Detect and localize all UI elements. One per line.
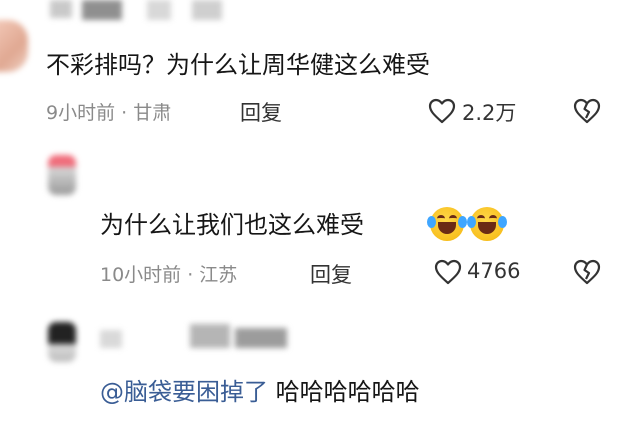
heart-outline-icon bbox=[434, 259, 462, 285]
dislike-button[interactable] bbox=[573, 258, 601, 290]
comment-author-blurred bbox=[42, 0, 232, 22]
comment-meta: 10小时前 · 江苏 bbox=[100, 264, 238, 286]
like-button[interactable] bbox=[428, 98, 456, 128]
broken-heart-icon bbox=[573, 98, 601, 124]
like-count: 2.2万 bbox=[462, 101, 517, 125]
comment-text: 为什么让我们也这么难受 bbox=[100, 211, 364, 239]
like-button[interactable] bbox=[434, 259, 462, 289]
avatar[interactable] bbox=[0, 20, 28, 72]
avatar[interactable] bbox=[48, 322, 76, 362]
broken-heart-icon bbox=[573, 259, 601, 285]
avatar[interactable] bbox=[48, 155, 76, 195]
comment-text: @脑袋要困掉了 哈哈哈哈哈哈 bbox=[100, 377, 420, 407]
comment-author-blurred bbox=[100, 324, 300, 356]
heart-outline-icon bbox=[428, 98, 456, 124]
comment-body: 哈哈哈哈哈哈 bbox=[268, 378, 420, 406]
comment-meta: 9小时前 · 甘肃 bbox=[46, 102, 172, 124]
comment-text: 不彩排吗？为什么让周华健这么难受 bbox=[46, 51, 430, 79]
dislike-button[interactable] bbox=[573, 97, 601, 129]
laugh-cry-emoji bbox=[467, 207, 507, 241]
laugh-cry-emoji bbox=[427, 207, 467, 241]
reply-button[interactable]: 回复 bbox=[240, 97, 282, 127]
mention-link[interactable]: @脑袋要困掉了 bbox=[100, 378, 268, 406]
reply-button[interactable]: 回复 bbox=[310, 259, 352, 289]
like-count: 4766 bbox=[467, 259, 521, 283]
